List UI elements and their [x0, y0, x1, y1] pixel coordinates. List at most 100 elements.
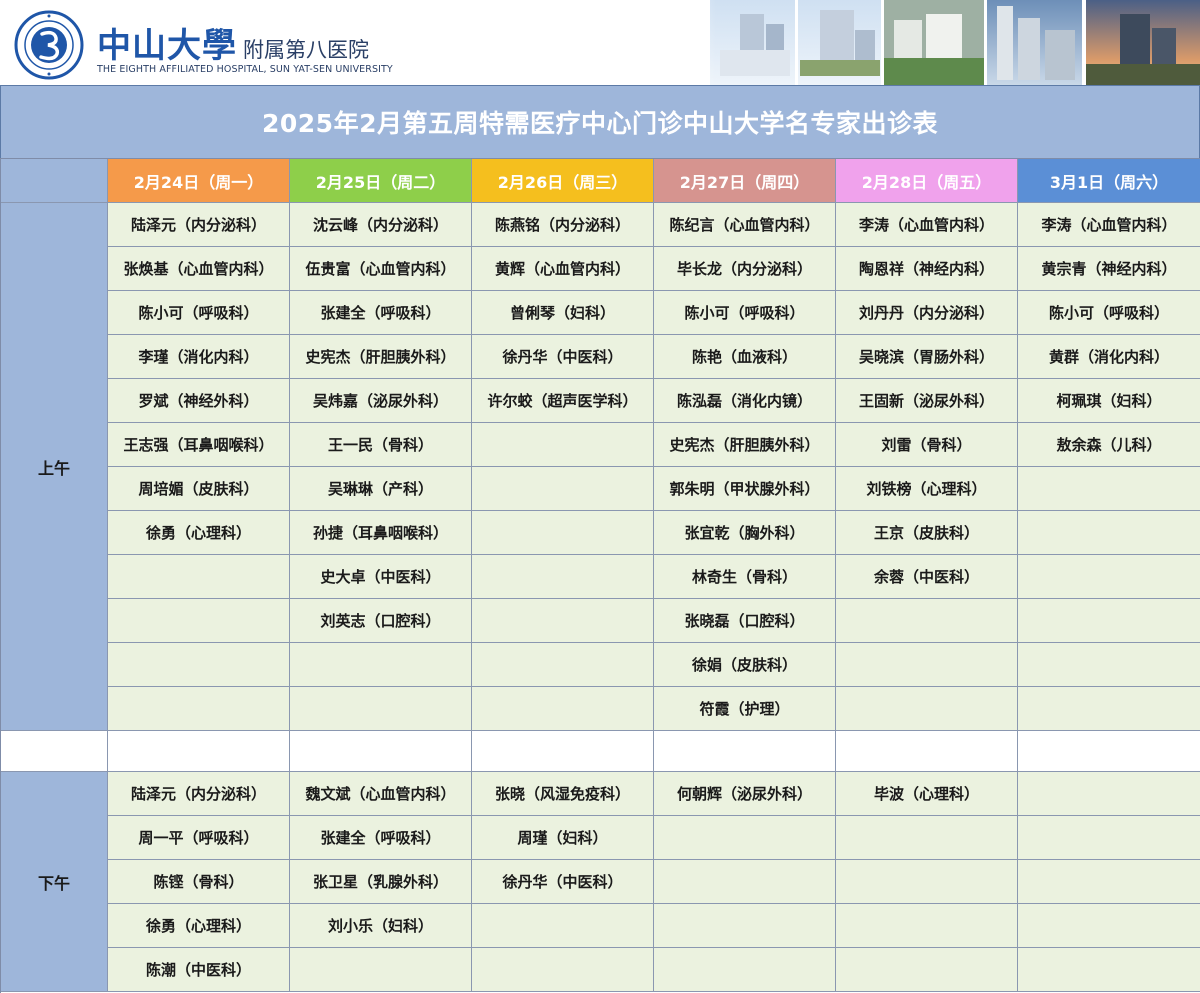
hospital-header: 中山大學 附属第八医院 THE EIGHTH AFFILIATED HOSPITA… [0, 0, 1200, 85]
doctor-entry: 陆泽元（内分泌科） [108, 203, 290, 247]
doctor-entry: 李涛（心血管内科） [1018, 203, 1200, 247]
empty-slot [1018, 599, 1200, 643]
empty-slot [108, 599, 290, 643]
separator-cell [290, 731, 472, 772]
doctor-entry: 陈小可（呼吸科） [108, 291, 290, 335]
empty-slot [108, 555, 290, 599]
doctor-entry: 毕波（心理科） [836, 772, 1018, 816]
separator-cell [836, 731, 1018, 772]
doctor-entry: 陈小可（呼吸科） [1018, 291, 1200, 335]
page-title: 2025年2月第五周特需医疗中心门诊中山大学名专家出诊表 [262, 109, 938, 138]
doctor-entry: 史宪杰（肝胆胰外科） [654, 423, 836, 467]
doctor-entry: 罗斌（神经外科） [108, 379, 290, 423]
hospital-name-en: THE EIGHTH AFFILIATED HOSPITAL, SUN YAT-… [97, 64, 393, 75]
empty-slot [472, 904, 654, 948]
empty-slot [472, 643, 654, 687]
empty-slot [472, 555, 654, 599]
doctor-entry: 徐勇（心理科） [108, 904, 290, 948]
doctor-entry: 沈云峰（内分泌科） [290, 203, 472, 247]
doctor-entry: 徐勇（心理科） [108, 511, 290, 555]
doctor-entry: 王京（皮肤科） [836, 511, 1018, 555]
schedule-table: 2月24日（周一） 2月25日（周二） 2月26日（周三） 2月27日（周四） 2月28… [0, 158, 1200, 993]
empty-slot [1018, 816, 1200, 860]
doctor-entry: 黄群（消化内科） [1018, 335, 1200, 379]
doctor-entry: 史宪杰（肝胆胰外科） [290, 335, 472, 379]
period-label-morning: 上午 [1, 203, 108, 731]
doctor-entry: 陈纪言（心血管内科） [654, 203, 836, 247]
day-header: 2月26日（周三） [472, 159, 654, 203]
empty-slot [290, 643, 472, 687]
doctor-entry: 张焕基（心血管内科） [108, 247, 290, 291]
separator-cell [108, 731, 290, 772]
day-header: 2月25日（周二） [290, 159, 472, 203]
empty-slot [472, 467, 654, 511]
doctor-entry: 曾俐琴（妇科） [472, 291, 654, 335]
day-header: 3月1日（周六） [1018, 159, 1200, 203]
empty-slot [836, 860, 1018, 904]
doctor-entry: 徐丹华（中医科） [472, 860, 654, 904]
doctor-entry: 魏文斌（心血管内科） [290, 772, 472, 816]
title-bar: 2025年2月第五周特需医疗中心门诊中山大学名专家出诊表 [0, 85, 1200, 159]
period-label-afternoon: 下午 [1, 772, 108, 992]
doctor-entry: 陈铿（骨科） [108, 860, 290, 904]
doctor-entry: 陈艳（血液科） [654, 335, 836, 379]
doctor-entry: 张建全（呼吸科） [290, 816, 472, 860]
empty-slot [1018, 687, 1200, 731]
doctor-entry: 吴炜嘉（泌尿外科） [290, 379, 472, 423]
doctor-entry: 张卫星（乳腺外科） [290, 860, 472, 904]
doctor-entry: 陈潮（中医科） [108, 948, 290, 992]
doctor-entry: 孙捷（耳鼻咽喉科） [290, 511, 472, 555]
doctor-entry: 张宜乾（胸外科） [654, 511, 836, 555]
doctor-entry: 李瑾（消化内科） [108, 335, 290, 379]
hospital-buildings-photo-strip [650, 0, 1200, 85]
doctor-entry: 黄宗青（神经内科） [1018, 247, 1200, 291]
doctor-entry: 刘英志（口腔科） [290, 599, 472, 643]
doctor-entry: 张晓（风湿免疫科） [472, 772, 654, 816]
doctor-entry: 王固新（泌尿外科） [836, 379, 1018, 423]
empty-slot [836, 948, 1018, 992]
empty-slot [836, 816, 1018, 860]
doctor-entry: 王一民（骨科） [290, 423, 472, 467]
empty-slot [1018, 643, 1200, 687]
empty-slot [1018, 511, 1200, 555]
empty-slot [654, 860, 836, 904]
empty-slot [472, 599, 654, 643]
doctor-entry: 张晓磊（口腔科） [654, 599, 836, 643]
sysu-seal-icon [14, 10, 84, 80]
doctor-entry: 黄辉（心血管内科） [472, 247, 654, 291]
empty-slot [836, 904, 1018, 948]
doctor-entry: 敖余森（儿科） [1018, 423, 1200, 467]
empty-slot [1018, 904, 1200, 948]
doctor-entry: 刘丹丹（内分泌科） [836, 291, 1018, 335]
university-name: 中山大學 [97, 26, 237, 66]
doctor-entry: 陈泓磊（消化内镜） [654, 379, 836, 423]
empty-slot [472, 511, 654, 555]
doctor-entry: 周瑾（妇科） [472, 816, 654, 860]
empty-slot [472, 948, 654, 992]
doctor-entry: 何朝辉（泌尿外科） [654, 772, 836, 816]
separator-cell [654, 731, 836, 772]
doctor-entry: 张建全（呼吸科） [290, 291, 472, 335]
doctor-entry: 史大卓（中医科） [290, 555, 472, 599]
doctor-entry: 徐娟（皮肤科） [654, 643, 836, 687]
doctor-entry: 王志强（耳鼻咽喉科） [108, 423, 290, 467]
empty-slot [1018, 860, 1200, 904]
doctor-entry: 吴晓滨（胃肠外科） [836, 335, 1018, 379]
empty-slot [654, 948, 836, 992]
doctor-entry: 周一平（呼吸科） [108, 816, 290, 860]
doctor-entry: 毕长龙（内分泌科） [654, 247, 836, 291]
empty-slot [472, 423, 654, 467]
empty-slot [290, 948, 472, 992]
empty-slot [1018, 948, 1200, 992]
doctor-entry: 刘小乐（妇科） [290, 904, 472, 948]
empty-slot [654, 904, 836, 948]
empty-slot [836, 643, 1018, 687]
doctor-entry: 刘雷（骨科） [836, 423, 1018, 467]
doctor-entry: 陶恩祥（神经内科） [836, 247, 1018, 291]
separator-cell [1, 731, 108, 772]
doctor-entry: 陆泽元（内分泌科） [108, 772, 290, 816]
doctor-entry: 李涛（心血管内科） [836, 203, 1018, 247]
empty-slot [290, 687, 472, 731]
doctor-entry: 周培媚（皮肤科） [108, 467, 290, 511]
separator-cell [1018, 731, 1200, 772]
